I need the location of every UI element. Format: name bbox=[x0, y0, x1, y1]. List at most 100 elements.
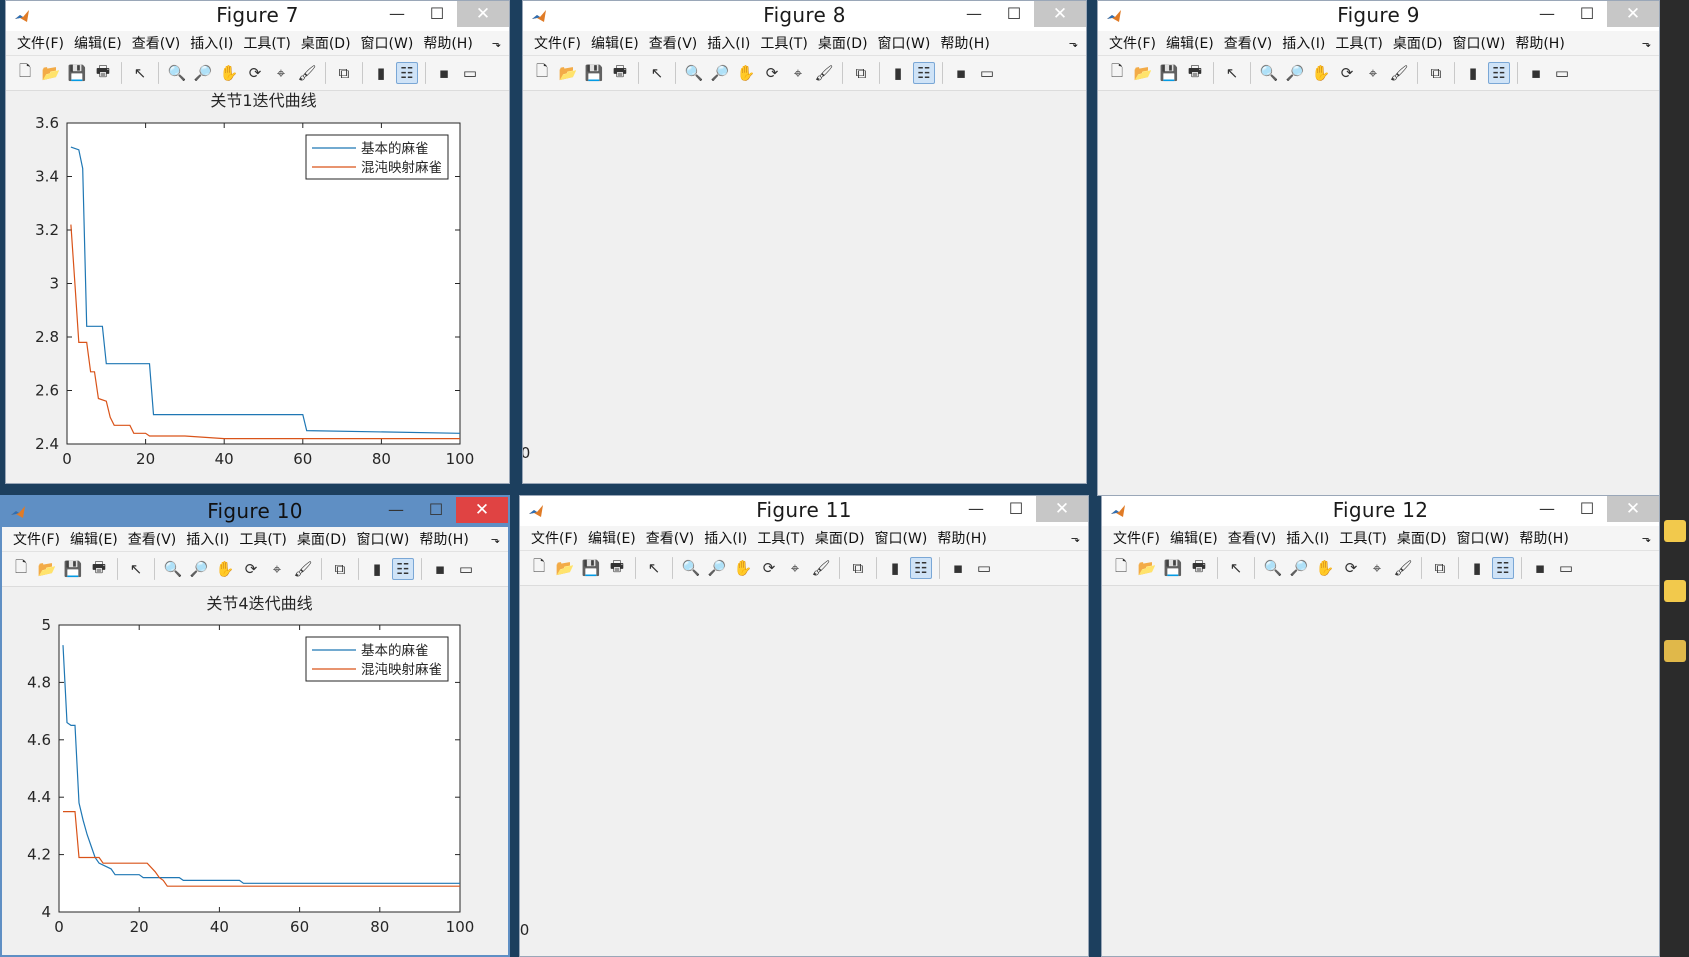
minimize-button[interactable]: — bbox=[1527, 1, 1567, 27]
save-icon[interactable]: 💾 bbox=[66, 62, 88, 84]
menu-item[interactable]: 窗口(W) bbox=[1452, 528, 1515, 548]
menu-item[interactable]: 文件(F) bbox=[12, 33, 69, 53]
legend-icon[interactable]: ☷ bbox=[913, 62, 935, 84]
figure-window-8[interactable]: Figure 8— ☐ ✕ 文件(F) 编辑(E) 查看(V) 插入(I) 工具(T) 桌面(D… bbox=[522, 0, 1087, 484]
brush-icon[interactable]: 🖌 bbox=[1388, 62, 1410, 84]
window-titlebar[interactable]: Figure 8— ☐ ✕ bbox=[523, 1, 1086, 31]
open-folder-icon[interactable]: 📂 bbox=[1132, 62, 1154, 84]
hide-plot-tools-icon[interactable]: ▪ bbox=[950, 62, 972, 84]
open-folder-icon[interactable]: 📂 bbox=[554, 557, 576, 579]
window-titlebar[interactable]: Figure 7— ☐ ✕ bbox=[6, 1, 509, 31]
close-button[interactable]: ✕ bbox=[457, 1, 509, 27]
minimize-button[interactable]: — bbox=[954, 1, 994, 27]
zoom-out-icon[interactable]: 🔎 bbox=[1288, 557, 1310, 579]
menu-item[interactable]: 查看(V) bbox=[641, 528, 700, 548]
window-titlebar[interactable]: Figure 11— ☐ ✕ bbox=[520, 496, 1088, 526]
pan-hand-icon[interactable]: ✋ bbox=[218, 62, 240, 84]
menu-item[interactable]: 编辑(E) bbox=[1161, 33, 1219, 53]
maximize-button[interactable]: ☐ bbox=[416, 497, 456, 523]
show-plot-tools-icon[interactable]: ▭ bbox=[1551, 62, 1573, 84]
link-plot-icon[interactable]: ⧉ bbox=[850, 62, 872, 84]
menu-overflow-icon[interactable]: ⬎ bbox=[486, 533, 508, 546]
colorbar-icon[interactable]: ▮ bbox=[366, 558, 388, 580]
zoom-out-icon[interactable]: 🔎 bbox=[709, 62, 731, 84]
new-file-icon[interactable]: 🗋 bbox=[1106, 62, 1128, 84]
menu-overflow-icon[interactable]: ⬎ bbox=[1637, 532, 1659, 545]
pointer-icon[interactable]: ↖ bbox=[646, 62, 668, 84]
figure-window-7[interactable]: Figure 7— ☐ ✕ 文件(F) 编辑(E) 查看(V) 插入(I) 工具(T) 桌面(D… bbox=[5, 0, 510, 484]
zoom-out-icon[interactable]: 🔎 bbox=[192, 62, 214, 84]
zoom-out-icon[interactable]: 🔎 bbox=[1284, 62, 1306, 84]
menu-item[interactable]: 插入(I) bbox=[699, 528, 752, 548]
pointer-icon[interactable]: ↖ bbox=[1225, 557, 1247, 579]
pan-hand-icon[interactable]: ✋ bbox=[735, 62, 757, 84]
menu-overflow-icon[interactable]: ⬎ bbox=[1066, 532, 1088, 545]
zoom-in-icon[interactable]: 🔍 bbox=[1258, 62, 1280, 84]
menu-item[interactable]: 桌面(D) bbox=[810, 528, 870, 548]
menu-item[interactable]: 查看(V) bbox=[123, 529, 182, 549]
menu-item[interactable]: 工具(T) bbox=[234, 529, 291, 549]
menu-item[interactable]: 插入(I) bbox=[181, 529, 234, 549]
link-plot-icon[interactable]: ⧉ bbox=[1429, 557, 1451, 579]
menu-item[interactable]: 桌面(D) bbox=[1388, 33, 1448, 53]
menu-item[interactable]: 编辑(E) bbox=[583, 528, 641, 548]
menu-item[interactable]: 帮助(H) bbox=[418, 33, 477, 53]
menu-item[interactable]: 窗口(W) bbox=[870, 528, 933, 548]
figure-window-11[interactable]: Figure 11— ☐ ✕ 文件(F) 编辑(E) 查看(V) 插入(I) 工具(T) 桌面(… bbox=[519, 495, 1089, 957]
menu-item[interactable]: 工具(T) bbox=[238, 33, 295, 53]
menu-item[interactable]: 插入(I) bbox=[1277, 33, 1330, 53]
menu-item[interactable]: 工具(T) bbox=[755, 33, 812, 53]
rotate-3d-icon[interactable]: ⟳ bbox=[240, 558, 262, 580]
show-plot-tools-icon[interactable]: ▭ bbox=[1555, 557, 1577, 579]
legend-icon[interactable]: ☷ bbox=[392, 558, 414, 580]
rotate-3d-icon[interactable]: ⟳ bbox=[761, 62, 783, 84]
menu-item[interactable]: 窗口(W) bbox=[352, 529, 415, 549]
rotate-3d-icon[interactable]: ⟳ bbox=[1340, 557, 1362, 579]
menu-item[interactable]: 工具(T) bbox=[1330, 33, 1387, 53]
menu-item[interactable]: 查看(V) bbox=[1219, 33, 1278, 53]
new-file-icon[interactable]: 🗋 bbox=[531, 62, 553, 84]
menu-item[interactable]: 编辑(E) bbox=[65, 529, 123, 549]
legend-icon[interactable]: ☷ bbox=[910, 557, 932, 579]
link-plot-icon[interactable]: ⧉ bbox=[329, 558, 351, 580]
menu-item[interactable]: 查看(V) bbox=[644, 33, 703, 53]
menu-item[interactable]: 桌面(D) bbox=[813, 33, 873, 53]
colorbar-icon[interactable]: ▮ bbox=[370, 62, 392, 84]
hide-plot-tools-icon[interactable]: ▪ bbox=[433, 62, 455, 84]
rotate-3d-icon[interactable]: ⟳ bbox=[758, 557, 780, 579]
figure-window-12[interactable]: Figure 12— ☐ ✕ 文件(F) 编辑(E) 查看(V) 插入(I) 工具(T) 桌面(… bbox=[1101, 495, 1660, 957]
zoom-in-icon[interactable]: 🔍 bbox=[680, 557, 702, 579]
print-icon[interactable]: 🖶 bbox=[88, 558, 110, 580]
menu-item[interactable]: 窗口(W) bbox=[873, 33, 936, 53]
menu-item[interactable]: 编辑(E) bbox=[69, 33, 127, 53]
brush-icon[interactable]: 🖌 bbox=[1392, 557, 1414, 579]
open-folder-icon[interactable]: 📂 bbox=[36, 558, 58, 580]
minimize-button[interactable]: — bbox=[377, 1, 417, 27]
pan-hand-icon[interactable]: ✋ bbox=[214, 558, 236, 580]
figure-window-9[interactable]: Figure 9— ☐ ✕ 文件(F) 编辑(E) 查看(V) 插入(I) 工具(T) 桌面(D… bbox=[1097, 0, 1660, 496]
close-button[interactable]: ✕ bbox=[1607, 1, 1659, 27]
print-icon[interactable]: 🖶 bbox=[1184, 62, 1206, 84]
hide-plot-tools-icon[interactable]: ▪ bbox=[429, 558, 451, 580]
maximize-button[interactable]: ☐ bbox=[1567, 1, 1607, 27]
new-file-icon[interactable]: 🗋 bbox=[528, 557, 550, 579]
menu-item[interactable]: 文件(F) bbox=[1108, 528, 1165, 548]
brush-icon[interactable]: 🖌 bbox=[813, 62, 835, 84]
menu-item[interactable]: 帮助(H) bbox=[1514, 528, 1573, 548]
maximize-button[interactable]: ☐ bbox=[994, 1, 1034, 27]
colorbar-icon[interactable]: ▮ bbox=[1462, 62, 1484, 84]
hide-plot-tools-icon[interactable]: ▪ bbox=[1529, 557, 1551, 579]
link-plot-icon[interactable]: ⧉ bbox=[847, 557, 869, 579]
menu-item[interactable]: 文件(F) bbox=[8, 529, 65, 549]
window-titlebar[interactable]: Figure 10— ☐ ✕ bbox=[2, 497, 508, 527]
colorbar-icon[interactable]: ▮ bbox=[1466, 557, 1488, 579]
data-cursor-icon[interactable]: ⌖ bbox=[784, 557, 806, 579]
menu-item[interactable]: 插入(I) bbox=[185, 33, 238, 53]
menu-item[interactable]: 桌面(D) bbox=[292, 529, 352, 549]
open-folder-icon[interactable]: 📂 bbox=[40, 62, 62, 84]
new-file-icon[interactable]: 🗋 bbox=[14, 62, 36, 84]
pointer-icon[interactable]: ↖ bbox=[643, 557, 665, 579]
data-cursor-icon[interactable]: ⌖ bbox=[1366, 557, 1388, 579]
menu-item[interactable]: 查看(V) bbox=[127, 33, 186, 53]
close-button[interactable]: ✕ bbox=[456, 497, 508, 523]
